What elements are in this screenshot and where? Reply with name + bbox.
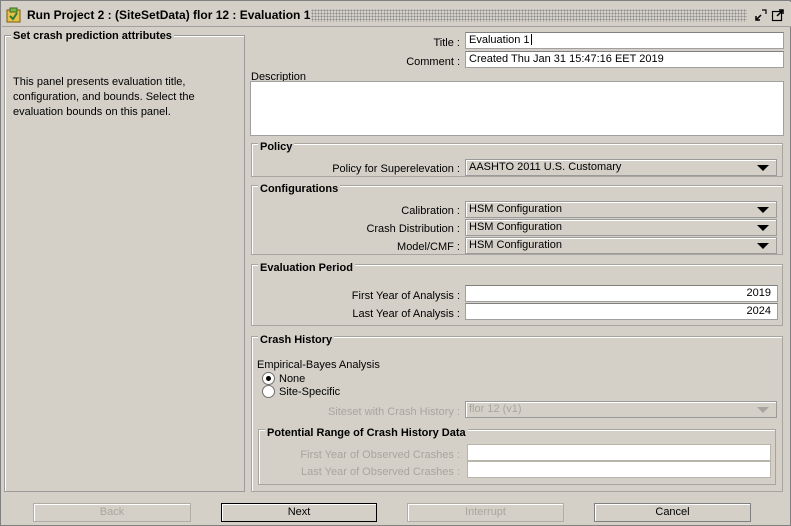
description-textarea[interactable] (250, 81, 784, 136)
title-label: Title : (433, 37, 461, 49)
superelevation-label: Policy for Superelevation : (332, 163, 460, 175)
last-year-input[interactable]: 2024 (465, 303, 778, 320)
model-cmf-value: HSM Configuration (469, 239, 562, 251)
policy-group-title: Policy (258, 141, 295, 153)
window-title: Run Project 2 : (SiteSetData) flor 12 : … (27, 8, 311, 22)
last-year-label: Last Year of Analysis : (352, 308, 460, 320)
crash-distribution-label: Crash Distribution : (366, 223, 460, 235)
first-year-input[interactable]: 2019 (465, 285, 778, 302)
first-observed-label: First Year of Observed Crashes : (300, 449, 460, 461)
radio-site-specific[interactable] (262, 385, 275, 398)
interrupt-button[interactable]: Interrupt (407, 503, 564, 522)
comment-label: Comment : (406, 56, 460, 68)
first-year-label: First Year of Analysis : (351, 290, 460, 302)
model-cmf-dropdown[interactable]: HSM Configuration (465, 237, 777, 254)
superelevation-value: AASHTO 2011 U.S. Customary (469, 161, 622, 173)
title-input[interactable]: Evaluation 1 (465, 32, 784, 49)
radio-none[interactable] (262, 372, 275, 385)
last-observed-label: Last Year of Observed Crashes : (301, 466, 460, 478)
crash-distribution-dropdown[interactable]: HSM Configuration (465, 219, 777, 236)
minimize-icon[interactable] (754, 8, 768, 22)
model-cmf-label: Model/CMF : (397, 241, 460, 253)
superelevation-dropdown[interactable]: AASHTO 2011 U.S. Customary (465, 159, 777, 176)
next-button[interactable]: Next (221, 503, 377, 522)
range-group-title: Potential Range of Crash History Data (265, 427, 468, 439)
back-button[interactable]: Back (33, 503, 191, 522)
chevron-down-icon (757, 407, 769, 413)
radio-none-label[interactable]: None (279, 373, 305, 385)
evaluation-period-group-title: Evaluation Period (258, 262, 355, 274)
chevron-down-icon (757, 207, 769, 213)
siteset-label: Siteset with Crash History : (327, 406, 460, 418)
left-panel-description: This panel presents evaluation title, co… (13, 76, 195, 118)
first-observed-input[interactable] (467, 444, 771, 461)
left-info-panel: Set crash prediction attributes This pan… (4, 30, 245, 492)
configurations-group-title: Configurations (258, 183, 341, 195)
siteset-dropdown[interactable]: flor 12 (v1) (465, 401, 777, 418)
crash-history-group-title: Crash History (258, 334, 335, 346)
radio-site-specific-label[interactable]: Site-Specific (279, 386, 340, 398)
calibration-value: HSM Configuration (469, 203, 562, 215)
calibration-label: Calibration : (401, 205, 460, 217)
chevron-down-icon (757, 165, 769, 171)
title-bar-grip (311, 9, 747, 22)
crash-distribution-value: HSM Configuration (469, 221, 562, 233)
run-project-window: Run Project 2 : (SiteSetData) flor 12 : … (0, 0, 791, 526)
title-input-value: Evaluation 1 (469, 34, 530, 46)
app-icon (6, 7, 21, 23)
chevron-down-icon (757, 243, 769, 249)
comment-input[interactable]: Created Thu Jan 31 15:47:16 EET 2019 (465, 51, 784, 68)
siteset-value: flor 12 (v1) (469, 403, 522, 415)
title-bar[interactable]: Run Project 2 : (SiteSetData) flor 12 : … (2, 2, 791, 27)
calibration-dropdown[interactable]: HSM Configuration (465, 201, 777, 218)
text-caret (530, 34, 532, 45)
chevron-down-icon (757, 225, 769, 231)
maximize-icon[interactable] (771, 8, 785, 22)
cancel-button[interactable]: Cancel (594, 503, 751, 522)
left-panel-title: Set crash prediction attributes (11, 30, 174, 42)
last-observed-input[interactable] (467, 461, 771, 478)
eb-analysis-label: Empirical-Bayes Analysis (257, 359, 380, 371)
